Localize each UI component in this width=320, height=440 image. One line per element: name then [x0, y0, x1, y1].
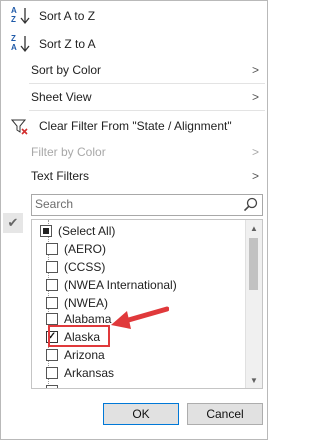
- list-item[interactable]: Arkansas: [46, 364, 114, 382]
- list-scrollbar[interactable]: ▲ ▼: [245, 220, 262, 388]
- menu-text-filters[interactable]: Text Filters >: [1, 163, 267, 189]
- list-item-alaska[interactable]: Alaska: [46, 328, 100, 346]
- text-filters-label: Text Filters: [31, 169, 90, 183]
- cancel-button[interactable]: Cancel: [187, 403, 263, 425]
- menu-filter-by-color: Filter by Color >: [1, 139, 267, 165]
- checkbox[interactable]: [46, 349, 58, 361]
- chevron-right-icon: >: [251, 169, 259, 183]
- list-item-label: (NWEA International): [64, 278, 177, 292]
- list-item-label: (Select All): [58, 224, 116, 238]
- list-item[interactable]: [46, 382, 64, 388]
- ok-button[interactable]: OK: [103, 403, 179, 425]
- clear-filter-icon: [10, 118, 29, 139]
- list-item-label: (NWEA): [64, 296, 108, 310]
- sort-a-to-z-label: Sort A to Z: [39, 9, 96, 23]
- menu-sheet-view[interactable]: Sheet View >: [1, 84, 267, 110]
- menu-sort-a-to-z[interactable]: AZ Sort A to Z: [1, 3, 267, 29]
- list-item-label: Alaska: [64, 330, 101, 344]
- sort-by-color-label: Sort by Color: [31, 63, 102, 77]
- filter-by-color-label: Filter by Color: [31, 145, 106, 159]
- list-item-label: Arizona: [64, 348, 105, 362]
- checkbox[interactable]: [46, 297, 58, 309]
- scroll-up-icon[interactable]: ▲: [246, 220, 262, 236]
- list-item[interactable]: (CCSS): [46, 258, 105, 276]
- checkbox[interactable]: [46, 313, 58, 325]
- chevron-right-icon: >: [251, 63, 259, 77]
- list-item-label: (CCSS): [64, 260, 106, 274]
- sort-descending-icon: ZA: [11, 35, 31, 55]
- list-item[interactable]: Alabama: [46, 310, 111, 328]
- list-item-label: (AERO): [64, 242, 106, 256]
- checkbox-partial[interactable]: [40, 225, 52, 237]
- checkbox-checked[interactable]: [46, 331, 58, 343]
- checkbox[interactable]: [46, 279, 58, 291]
- search-input[interactable]: [32, 195, 235, 213]
- list-item[interactable]: Arizona: [46, 346, 105, 364]
- search-icon: [243, 197, 258, 215]
- chevron-right-icon: >: [251, 90, 259, 104]
- clear-filter-label: Clear Filter From "State / Alignment": [39, 119, 232, 133]
- sheet-view-label: Sheet View: [31, 90, 92, 104]
- chevron-right-icon: >: [251, 145, 259, 159]
- menu-sort-z-to-a[interactable]: ZA Sort Z to A: [1, 31, 267, 57]
- search-box[interactable]: [31, 194, 263, 216]
- scroll-down-icon[interactable]: ▼: [246, 372, 262, 388]
- menu-clear-filter[interactable]: Clear Filter From "State / Alignment": [1, 113, 267, 139]
- autofilter-dropdown: AZ Sort A to Z ZA Sort Z to A Sort by Co…: [0, 0, 268, 440]
- checkbox[interactable]: [46, 367, 58, 379]
- checkmark-icon: ✔: [3, 213, 23, 233]
- scrollbar-thumb[interactable]: [249, 238, 258, 290]
- list-item-label: Alabama: [64, 312, 112, 326]
- list-item[interactable]: (AERO): [46, 240, 106, 258]
- list-item[interactable]: (NWEA International): [46, 276, 177, 294]
- list-item-label: Arkansas: [64, 366, 115, 380]
- checkbox[interactable]: [46, 261, 58, 273]
- checkbox[interactable]: [46, 385, 58, 388]
- filter-values-list[interactable]: (Select All) (AERO) (CCSS) (NWEA Interna…: [31, 219, 263, 389]
- menu-sort-by-color[interactable]: Sort by Color >: [1, 57, 267, 83]
- sort-z-to-a-label: Sort Z to A: [39, 37, 96, 51]
- menu-separator: [29, 110, 265, 111]
- sort-ascending-icon: AZ: [11, 7, 31, 27]
- list-item-select-all[interactable]: (Select All): [40, 222, 115, 240]
- checkbox[interactable]: [46, 243, 58, 255]
